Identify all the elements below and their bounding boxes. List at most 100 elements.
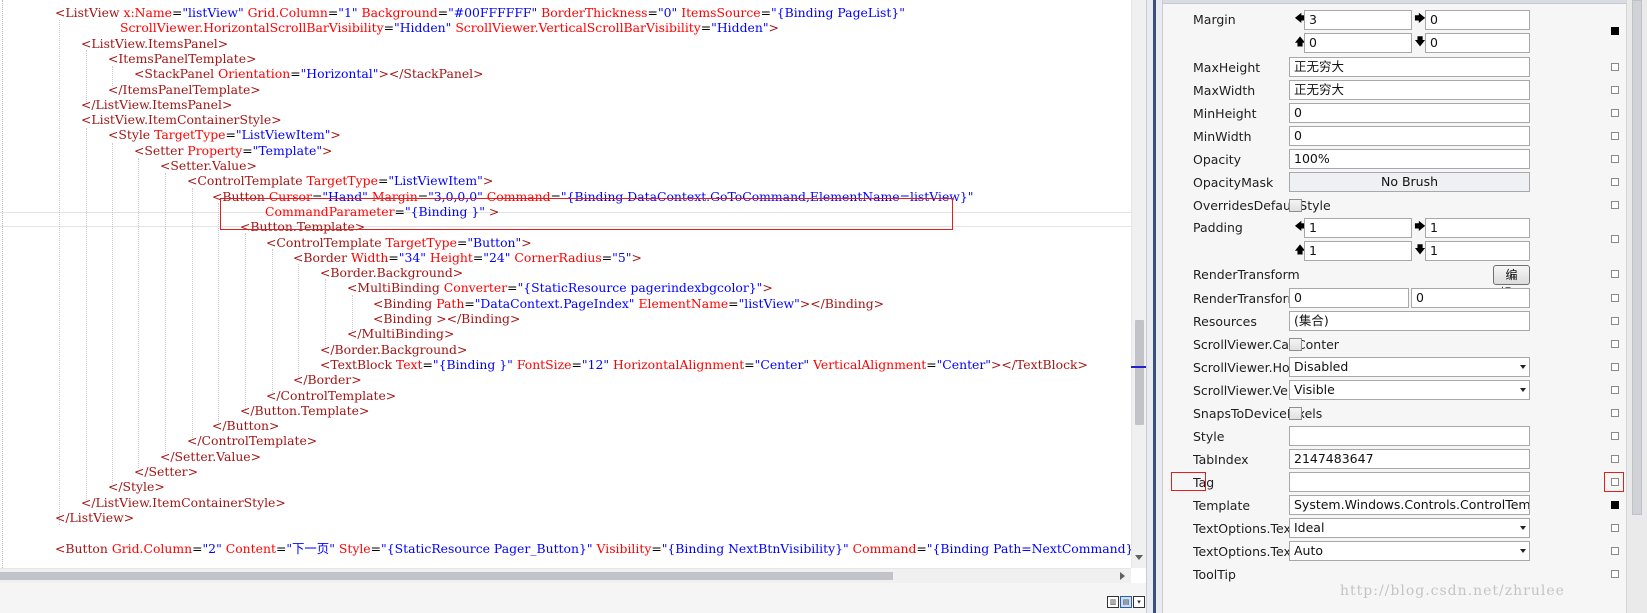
rendertransform-edit-button[interactable]: 编辑... xyxy=(1493,265,1530,300)
vertical-scrollbar-select[interactable]: Visible xyxy=(1289,380,1530,400)
vertical-scroll-thumb[interactable] xyxy=(1135,320,1144,425)
code-token: <ControlTemplate xyxy=(266,234,386,250)
prop-label: ToolTip xyxy=(1193,567,1236,582)
property-marker-icon[interactable] xyxy=(1611,340,1619,348)
texthinting-select[interactable]: Auto xyxy=(1289,541,1530,561)
rendertransformorigin-x-input[interactable]: 0 xyxy=(1289,288,1409,308)
rendertransformorigin-y-input[interactable]: 0 xyxy=(1411,288,1530,308)
property-marker-icon[interactable] xyxy=(1611,235,1619,243)
select-value: Visible xyxy=(1294,382,1335,397)
code-line: <ItemsPanelTemplate> xyxy=(108,51,257,67)
pane-splitter[interactable] xyxy=(1146,0,1163,613)
property-marker-icon[interactable] xyxy=(1611,524,1619,532)
code-token: "Center" xyxy=(754,356,810,372)
template-input[interactable]: System.Windows.Controls.ControlTempl... xyxy=(1289,495,1530,515)
horizontal-split-icon[interactable]: ▤ xyxy=(1120,596,1132,608)
property-marker-icon[interactable] xyxy=(1611,270,1619,278)
code-line: </Setter.Value> xyxy=(160,449,261,465)
code-token: > xyxy=(521,234,532,250)
overridesdefaultstyle-checkbox[interactable] xyxy=(1289,199,1302,212)
editor-vertical-scrollbar[interactable] xyxy=(1131,0,1146,568)
code-token: </Button> xyxy=(212,418,280,434)
padding-bottom-input[interactable]: 1 xyxy=(1425,241,1530,261)
resources-input[interactable]: (集合) xyxy=(1289,311,1530,331)
minwidth-input[interactable]: 0 xyxy=(1289,126,1530,146)
prop-row-rendertransformorigin: RenderTransformOrigin 0 0 xyxy=(1163,287,1626,311)
padding-left-input[interactable]: 1 xyxy=(1304,218,1412,238)
property-marker-icon[interactable] xyxy=(1611,155,1619,163)
padding-right-input[interactable]: 1 xyxy=(1425,218,1530,238)
code-token: FontSize xyxy=(516,356,572,372)
code-area[interactable]: <ListView x:Name="listView" Grid.Column=… xyxy=(0,0,1131,568)
tag-input[interactable] xyxy=(1289,472,1530,492)
code-line: <ListView.ItemContainerStyle> xyxy=(81,112,282,128)
chevron-down-icon xyxy=(1520,549,1526,553)
horizontal-scrollbar-select[interactable]: Disabled xyxy=(1289,357,1530,377)
prop-row-minheight: MinHeight 0 xyxy=(1163,102,1626,126)
vertical-split-icon[interactable]: ▥ xyxy=(1107,596,1119,608)
property-marker-icon[interactable] xyxy=(1611,570,1619,578)
property-marker-icon[interactable] xyxy=(1611,409,1619,417)
editor-horizontal-scrollbar[interactable] xyxy=(0,568,1131,583)
code-token: = xyxy=(225,127,236,143)
minheight-input[interactable]: 0 xyxy=(1289,103,1530,123)
code-token: "Button" xyxy=(467,234,522,250)
property-marker-icon[interactable] xyxy=(1611,386,1619,394)
property-marker-icon[interactable] xyxy=(1611,294,1619,302)
prop-label: OverridesDefaultStyle xyxy=(1193,198,1331,213)
margin-top-input[interactable]: 0 xyxy=(1304,33,1412,53)
margin-left-input[interactable]: 3 xyxy=(1304,10,1412,30)
code-token: <Binding xyxy=(373,295,437,311)
scroll-right-icon[interactable] xyxy=(1120,572,1125,580)
property-marker-icon[interactable] xyxy=(1611,178,1619,186)
snapstodevicepixels-checkbox[interactable] xyxy=(1289,407,1302,420)
property-marker-icon[interactable] xyxy=(1611,201,1619,209)
xaml-code-editor[interactable]: <ListView x:Name="listView" Grid.Column=… xyxy=(0,0,1146,613)
code-token: Visibility xyxy=(596,540,652,556)
property-marker-icon[interactable] xyxy=(1611,455,1619,463)
tabindex-input[interactable]: 2147483647 xyxy=(1289,449,1530,469)
properties-header-edge xyxy=(1163,0,1647,4)
textformatting-select[interactable]: Ideal xyxy=(1289,518,1530,538)
property-marker-icon[interactable] xyxy=(1611,63,1619,71)
code-token: "12" xyxy=(581,356,610,372)
code-line: </ControlTemplate> xyxy=(187,433,317,449)
property-marker-icon[interactable] xyxy=(1611,501,1619,509)
margin-right-input[interactable]: 0 xyxy=(1425,10,1530,30)
cancontentscroll-checkbox[interactable] xyxy=(1289,338,1302,351)
horizontal-scroll-thumb[interactable] xyxy=(0,572,893,580)
code-token: Property xyxy=(187,142,243,158)
property-marker-icon[interactable] xyxy=(1611,363,1619,371)
collapse-pane-icon[interactable]: ▾ xyxy=(1133,596,1145,608)
properties-scroll-thumb[interactable] xyxy=(1632,0,1642,515)
maxheight-input[interactable]: 正无穷大 xyxy=(1289,57,1530,77)
property-marker-icon[interactable] xyxy=(1611,547,1619,555)
code-token: "下一页" xyxy=(286,540,335,556)
style-input[interactable] xyxy=(1289,426,1530,446)
property-marker-icon[interactable] xyxy=(1611,86,1619,94)
property-marker-icon[interactable] xyxy=(1611,432,1619,440)
property-marker-icon[interactable] xyxy=(1611,27,1619,35)
code-token: TargetType xyxy=(154,127,226,143)
properties-scrollbar[interactable] xyxy=(1626,0,1647,613)
select-value: Ideal xyxy=(1294,520,1325,535)
code-token: "0" xyxy=(657,5,678,20)
code-token: Grid.Column xyxy=(247,5,328,20)
properties-panel: Margin 🡄 3 🡆 0 🡅 0 🡇 0 MaxHeight 正无穷大 Ma… xyxy=(1163,0,1647,613)
prop-row-minwidth: MinWidth 0 xyxy=(1163,125,1626,149)
property-marker-icon[interactable] xyxy=(1611,109,1619,117)
property-marker-icon[interactable] xyxy=(1611,317,1619,325)
opacity-input[interactable]: 100% xyxy=(1289,149,1530,169)
prop-row-texthinting: TextOptions.TextHinting... Auto xyxy=(1163,540,1626,564)
indent-guide xyxy=(112,143,113,483)
property-marker-icon[interactable] xyxy=(1611,132,1619,140)
code-token: </Style> xyxy=(108,479,165,495)
scroll-down-icon[interactable] xyxy=(1135,555,1143,560)
indent-guide xyxy=(86,128,87,500)
maxwidth-input[interactable]: 正无穷大 xyxy=(1289,80,1530,100)
opacitymask-brush-picker[interactable]: No Brush xyxy=(1289,172,1530,192)
padding-top-input[interactable]: 1 xyxy=(1304,241,1412,261)
code-token: "5" xyxy=(612,249,632,265)
code-token: > xyxy=(762,280,773,296)
margin-bottom-input[interactable]: 0 xyxy=(1425,33,1530,53)
